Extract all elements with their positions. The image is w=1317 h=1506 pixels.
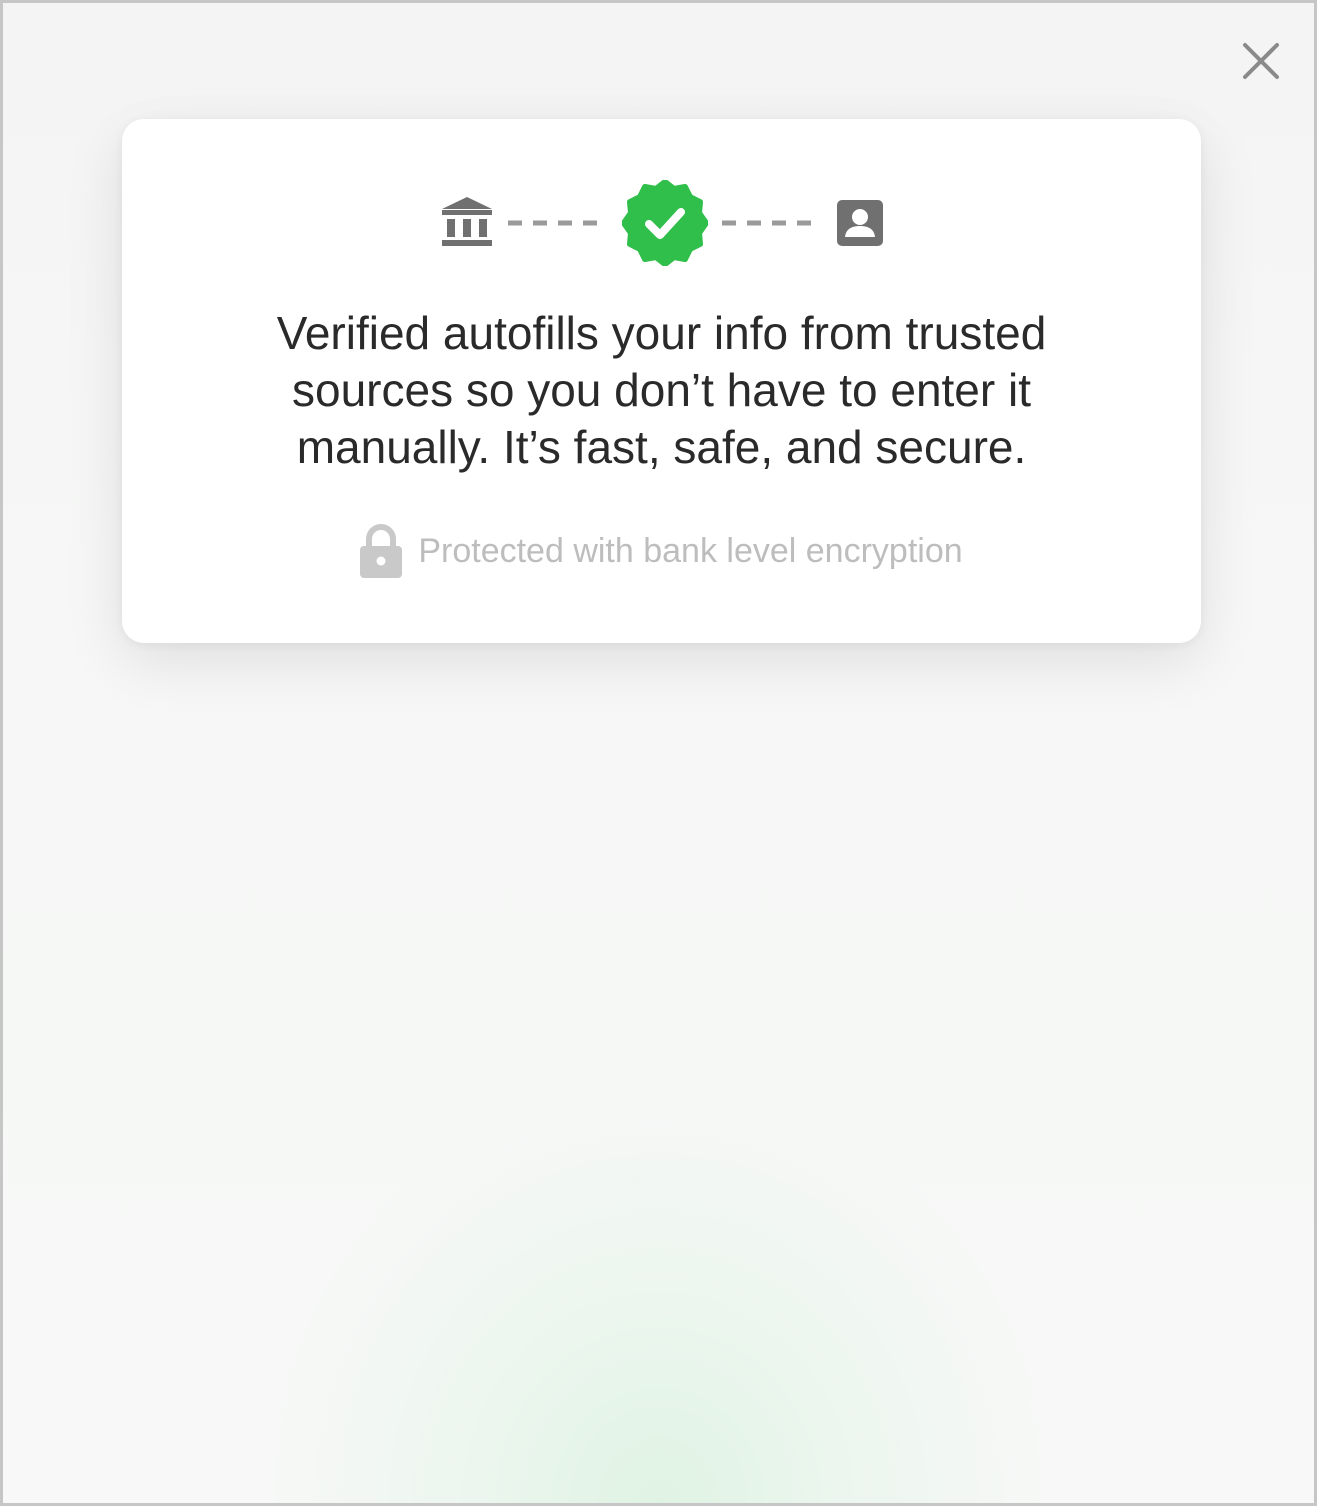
close-button[interactable] (1239, 39, 1283, 83)
verification-info-card: Verified autofills your info from truste… (122, 119, 1201, 643)
modal-background: Verified autofills your info from truste… (0, 0, 1317, 1506)
security-note-text: Protected with bank level encryption (418, 532, 963, 570)
connector-dashes-left (507, 220, 608, 226)
verified-badge-icon (621, 180, 708, 266)
description-line-3: manually. It’s fast, safe, and secure. (296, 421, 1027, 473)
bank-icon (440, 195, 494, 251)
description-line-2: sources so you don’t have to enter it (292, 364, 1031, 416)
user-card-icon (836, 199, 884, 247)
verified-description: Verified autofills your info from truste… (182, 305, 1141, 476)
description-line-1: Verified autofills your info from truste… (276, 307, 1047, 359)
close-icon (1243, 43, 1279, 79)
security-note: Protected with bank level encryption (122, 521, 1201, 581)
connector-dashes-right (721, 220, 822, 226)
lock-icon (360, 524, 403, 578)
verification-flow (122, 180, 1201, 266)
